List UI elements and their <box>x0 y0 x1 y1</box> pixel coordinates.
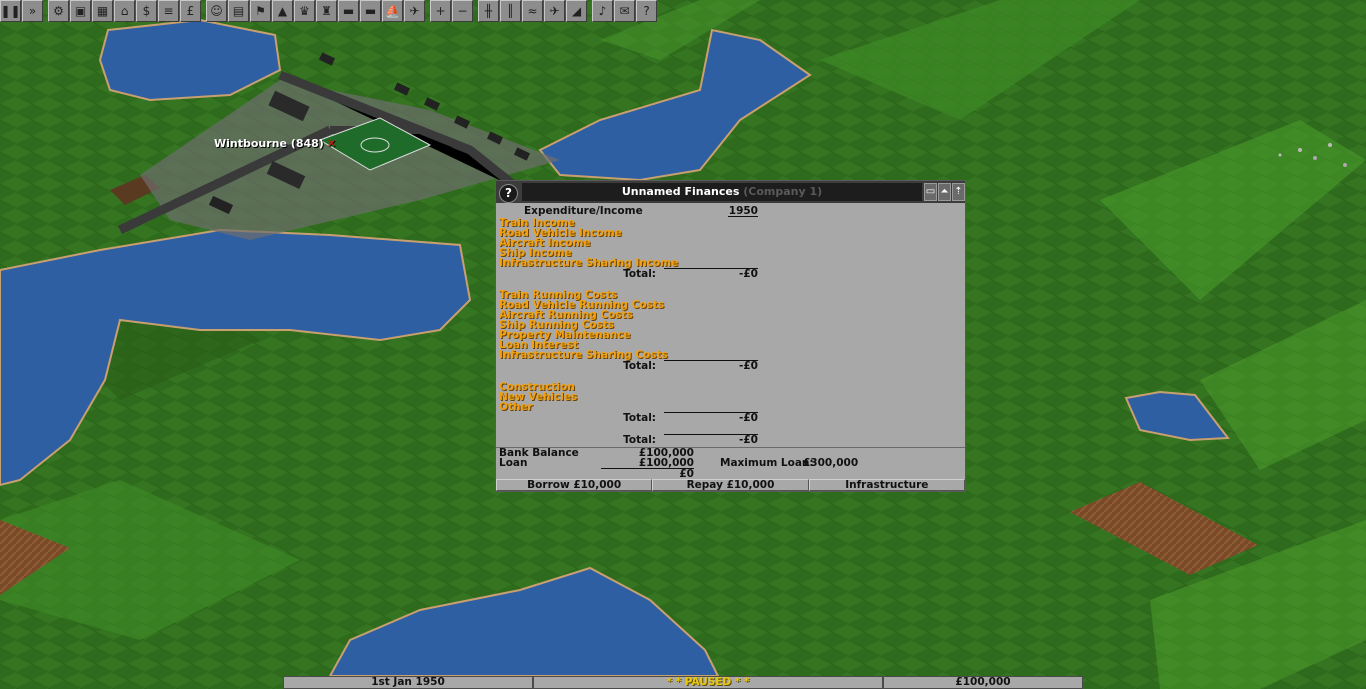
main-toolbar: ❚❚ » ⚙ ▣ ▦ ⌂ $ ≡ £ ☺ ▤ ⚑ ▲ ♛ ♜ ▬ ▬ ⛵ ✈ + − ╫ ║ ≈ ✈ ◢ ♪ ✉? <box>0 0 658 24</box>
costs-total-value: -£0 <box>739 360 758 372</box>
finances-window: ? Unnamed Finances (Company 1) ▭ ⏶ ⇡ Exp… <box>495 180 966 492</box>
grand-total-value: -£0 <box>739 434 758 446</box>
finance-item: Infrastructure Sharing Income <box>499 257 679 269</box>
town-marker-icon: ✕ <box>326 137 337 150</box>
loan-label: Loan <box>499 457 528 469</box>
costs-total-label: Total: <box>623 360 656 372</box>
finances-icon[interactable]: £ <box>180 0 201 22</box>
graphs-icon[interactable]: ▲ <box>272 0 293 22</box>
league-table-icon-glyph: ♛ <box>299 4 310 18</box>
settings-gear-icon-glyph: ⚙ <box>53 4 64 18</box>
max-loan-value: £300,000 <box>803 457 859 469</box>
build-airport-icon-glyph: ✈ <box>549 4 560 18</box>
road-vehicle-list-icon[interactable]: ▬ <box>360 0 381 22</box>
zoom-in-icon-glyph: + <box>435 4 446 18</box>
town-directory-icon-glyph: ⌂ <box>120 4 129 18</box>
graphs-icon-glyph: ▲ <box>277 4 288 18</box>
grand-total-label: Total: <box>623 434 656 446</box>
settings-gear-icon[interactable]: ⚙ <box>48 0 69 22</box>
income-total-value: -£0 <box>739 268 758 280</box>
station-list-icon[interactable]: ≡ <box>158 0 179 22</box>
window-help-button[interactable]: ? <box>499 184 518 203</box>
landscaping-icon-glyph: ◢ <box>571 4 582 18</box>
messages-icon[interactable]: ✉ <box>614 0 635 22</box>
build-waterways-icon-glyph: ≈ <box>527 4 538 18</box>
industry-icon[interactable]: ♜ <box>316 0 337 22</box>
company-icon[interactable]: ☺ <box>206 0 227 22</box>
pause-icon[interactable]: ❚❚ <box>0 0 21 22</box>
train-list-icon-glyph: ▬ <box>342 4 355 18</box>
repay-button[interactable]: Repay £10,000 <box>652 479 809 491</box>
finances-icon-glyph: £ <box>186 4 195 18</box>
build-road-icon[interactable]: ║ <box>500 0 521 22</box>
company-icon-glyph: ☺ <box>210 4 223 18</box>
help-icon[interactable]: ? <box>636 0 657 22</box>
landscaping-icon[interactable]: ◢ <box>566 0 587 22</box>
zoom-out-icon[interactable]: − <box>452 0 473 22</box>
road-vehicle-list-icon-glyph: ▬ <box>364 4 377 18</box>
status-bar: 1st Jan 1950 * * PAUSED * * £100,000 <box>283 676 1083 689</box>
finance-item: Infrastructure Sharing Costs <box>499 349 668 361</box>
fast-forward-icon[interactable]: » <box>22 0 43 22</box>
finance-button-bar: Borrow £10,000 Repay £10,000 Infrastruct… <box>496 479 965 491</box>
map-icon[interactable]: ▦ <box>92 0 113 22</box>
capital-total-label: Total: <box>623 412 656 424</box>
status-date: 1st Jan 1950 <box>283 676 533 689</box>
window-title[interactable]: Unnamed Finances (Company 1) <box>522 183 922 201</box>
music-sound-icon-glyph: ♪ <box>598 4 607 18</box>
status-paused[interactable]: * * PAUSED * * <box>533 676 883 689</box>
story-book-icon-glyph: ▤ <box>232 4 245 18</box>
build-railway-icon-glyph: ╫ <box>484 4 493 18</box>
help-icon-glyph: ? <box>643 4 650 18</box>
league-table-icon[interactable]: ♛ <box>294 0 315 22</box>
town-label[interactable]: Wintbourne (848) ✕ <box>214 137 336 150</box>
goals-icon[interactable]: ⚑ <box>250 0 271 22</box>
finance-item: Other <box>499 401 533 413</box>
zoom-in-icon[interactable]: + <box>430 0 451 22</box>
expenditure-income-header: Expenditure/Income <box>524 205 643 217</box>
borrow-button[interactable]: Borrow £10,000 <box>496 479 653 491</box>
story-book-icon[interactable]: ▤ <box>228 0 249 22</box>
window-title-main: Unnamed Finances <box>621 185 740 198</box>
ship-list-icon-glyph: ⛵ <box>385 4 400 18</box>
infrastructure-button[interactable]: Infrastructure <box>808 479 965 491</box>
station-list-icon-glyph: ≡ <box>163 4 174 18</box>
window-title-company: (Company 1) <box>743 185 823 198</box>
save-disk-icon-glyph: ▣ <box>74 4 87 18</box>
fast-forward-icon-glyph: » <box>28 4 37 18</box>
aircraft-list-icon-glyph: ✈ <box>409 4 420 18</box>
loan-value: £100,000 <box>638 457 694 469</box>
capital-total-value: -£0 <box>739 412 758 424</box>
zoom-out-icon-glyph: − <box>457 4 468 18</box>
industry-icon-glyph: ♜ <box>321 4 332 18</box>
status-money: £100,000 <box>883 676 1083 689</box>
build-waterways-icon[interactable]: ≈ <box>522 0 543 22</box>
messages-icon-glyph: ✉ <box>619 4 630 18</box>
pause-icon-glyph: ❚❚ <box>0 4 21 18</box>
save-disk-icon[interactable]: ▣ <box>70 0 91 22</box>
map-icon-glyph: ▦ <box>96 4 109 18</box>
collapse-window-button[interactable]: ▭ <box>924 183 937 201</box>
pin-window-icon[interactable]: ⇡ <box>952 183 965 201</box>
ship-list-icon[interactable]: ⛵ <box>382 0 403 22</box>
build-road-icon-glyph: ║ <box>506 4 515 18</box>
max-loan-label: Maximum Loan: <box>720 457 814 469</box>
music-sound-icon[interactable]: ♪ <box>592 0 613 22</box>
year-column-header: 1950 <box>728 205 758 217</box>
goals-icon-glyph: ⚑ <box>255 4 266 18</box>
subsidies-icon-glyph: $ <box>142 4 151 18</box>
town-directory-icon[interactable]: ⌂ <box>114 0 135 22</box>
build-railway-icon[interactable]: ╫ <box>478 0 499 22</box>
town-name[interactable]: Wintbourne (848) <box>214 137 324 150</box>
shade-window-icon[interactable]: ⏶ <box>938 183 951 201</box>
income-total-label: Total: <box>623 268 656 280</box>
window-titlebar[interactable]: ? Unnamed Finances (Company 1) ▭ ⏶ ⇡ <box>496 181 965 203</box>
aircraft-list-icon[interactable]: ✈ <box>404 0 425 22</box>
train-list-icon[interactable]: ▬ <box>338 0 359 22</box>
net-value: £0 <box>679 468 694 480</box>
subsidies-icon[interactable]: $ <box>136 0 157 22</box>
year-underline <box>728 216 758 217</box>
build-airport-icon[interactable]: ✈ <box>544 0 565 22</box>
